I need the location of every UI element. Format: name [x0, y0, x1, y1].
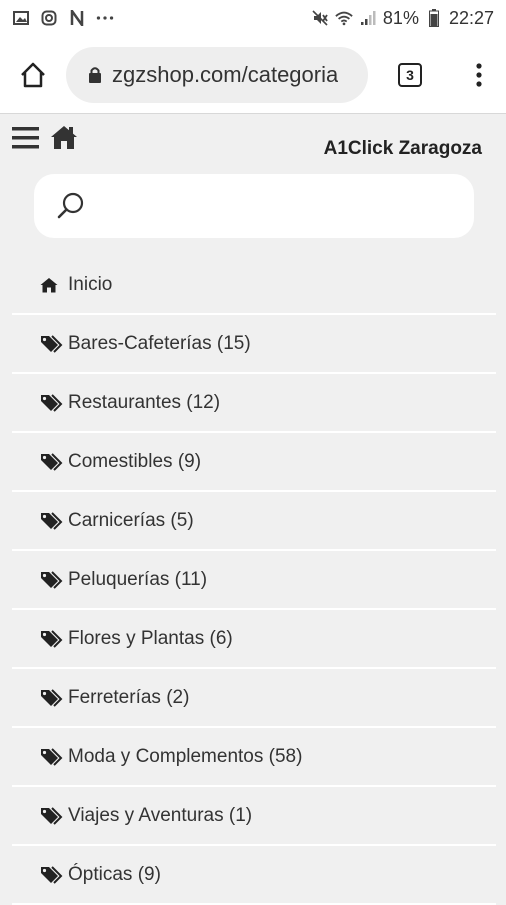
menu-item-label: Flores y Plantas (6) [68, 627, 233, 649]
menu-item-category[interactable]: Ópticas (9) [12, 846, 496, 905]
tags-icon [40, 334, 64, 354]
hamburger-menu-icon[interactable] [12, 126, 40, 150]
menu-item-category[interactable]: Carnicerías (5) [12, 492, 496, 551]
tags-icon [40, 452, 64, 472]
url-text: zgzshop.com/categoria [112, 61, 339, 87]
site-top-nav: A1Click Zaragoza [0, 114, 506, 170]
more-dots-icon [96, 9, 114, 27]
n-app-icon [68, 9, 86, 27]
tags-icon [40, 865, 64, 885]
status-right: 81% 22:27 [311, 8, 494, 29]
lock-icon [89, 66, 101, 83]
menu-item-category[interactable]: Peluquerías (11) [12, 551, 496, 610]
menu-item-category[interactable]: Flores y Plantas (6) [12, 610, 496, 669]
menu-item-category[interactable]: Restaurantes (12) [12, 374, 496, 433]
browser-home-button[interactable] [0, 36, 66, 114]
menu-item-category[interactable]: Comestibles (9) [12, 433, 496, 492]
home-outline-icon [21, 62, 45, 87]
tags-icon [40, 393, 64, 413]
menu-item-label: Restaurantes (12) [68, 391, 221, 413]
search-icon [57, 192, 84, 219]
category-menu: Inicio Bares-Cafeterías (15) Restaurante… [12, 256, 496, 905]
menu-item-label: Moda y Complementos (58) [68, 745, 303, 767]
url-bar[interactable]: zgzshop.com/categoria [66, 46, 368, 103]
signal-icon [359, 9, 377, 27]
site-home-icon[interactable] [50, 124, 78, 152]
instagram-icon [40, 9, 58, 27]
menu-item-label: Carnicerías (5) [68, 509, 194, 531]
site-brand[interactable]: A1Click Zaragoza [324, 138, 482, 160]
tabs-button[interactable]: 3 [368, 36, 452, 114]
menu-item-category[interactable]: Bares-Cafeterías (15) [12, 315, 496, 374]
battery-percent: 81% [382, 7, 419, 28]
browser-menu-button[interactable] [452, 36, 506, 114]
tab-count: 3 [398, 62, 422, 87]
menu-item-label: Comestibles (9) [68, 450, 202, 472]
browser-toolbar: zgzshop.com/categoria 3 [0, 36, 506, 114]
menu-item-category[interactable]: Ferreterías (2) [12, 669, 496, 728]
battery-icon [425, 9, 443, 27]
menu-item-category[interactable]: Viajes y Aventuras (1) [12, 787, 496, 846]
clock: 22:27 [448, 7, 494, 28]
wifi-icon [335, 9, 353, 27]
page-content: A1Click Zaragoza Inicio Bares-Cafeterías… [0, 114, 506, 905]
menu-item-label: Viajes y Aventuras (1) [68, 804, 253, 826]
status-bar: 81% 22:27 [0, 0, 506, 36]
mute-icon [311, 9, 329, 27]
menu-item-label: Inicio [68, 273, 113, 295]
status-left [12, 9, 114, 27]
menu-item-label: Bares-Cafeterías (15) [68, 332, 251, 354]
tags-icon [40, 629, 64, 649]
menu-item-category[interactable]: Moda y Complementos (58) [12, 728, 496, 787]
menu-item-inicio[interactable]: Inicio [12, 256, 496, 315]
search-box[interactable] [34, 174, 474, 238]
search-input[interactable] [100, 195, 460, 217]
home-icon [40, 275, 64, 295]
tags-icon [40, 511, 64, 531]
menu-item-label: Ferreterías (2) [68, 686, 190, 708]
kebab-menu-icon [476, 62, 482, 87]
tags-icon [40, 688, 64, 708]
tags-icon [40, 747, 64, 767]
tags-icon [40, 570, 64, 590]
tags-icon [40, 806, 64, 826]
menu-item-label: Ópticas (9) [68, 863, 161, 885]
image-icon [12, 9, 30, 27]
menu-item-label: Peluquerías (11) [68, 568, 208, 590]
